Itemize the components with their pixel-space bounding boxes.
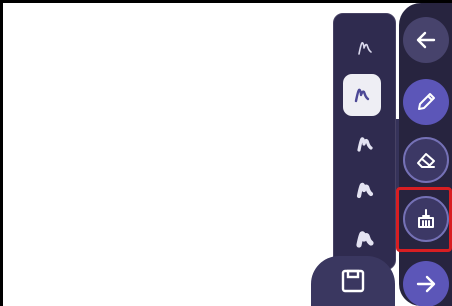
save-icon <box>341 269 365 293</box>
brush-stroke-icon <box>358 42 372 55</box>
brush-stroke-icon <box>357 137 373 152</box>
arrow-right-icon <box>416 275 436 293</box>
eraser-icon <box>417 153 435 168</box>
brush-size-panel <box>333 13 396 270</box>
brush-size-4[interactable] <box>341 170 389 210</box>
tool-sidebar <box>399 3 452 306</box>
brush-size-1[interactable] <box>341 28 389 68</box>
eraser-tool-button[interactable] <box>403 137 449 183</box>
brush-stroke-icon <box>354 88 370 103</box>
brush-size-2[interactable] <box>343 74 381 116</box>
save-button[interactable] <box>311 256 395 306</box>
brush-size-5[interactable] <box>341 219 389 259</box>
brush-stroke-icon <box>356 182 374 199</box>
pencil-icon <box>418 93 435 110</box>
next-button[interactable] <box>403 261 449 306</box>
back-button[interactable] <box>403 17 449 63</box>
selection-highlight <box>396 187 452 252</box>
brush-stroke-icon <box>356 231 374 248</box>
arrow-left-icon <box>416 31 436 49</box>
brush-size-3[interactable] <box>341 124 389 164</box>
pen-tool-button[interactable] <box>403 79 449 125</box>
